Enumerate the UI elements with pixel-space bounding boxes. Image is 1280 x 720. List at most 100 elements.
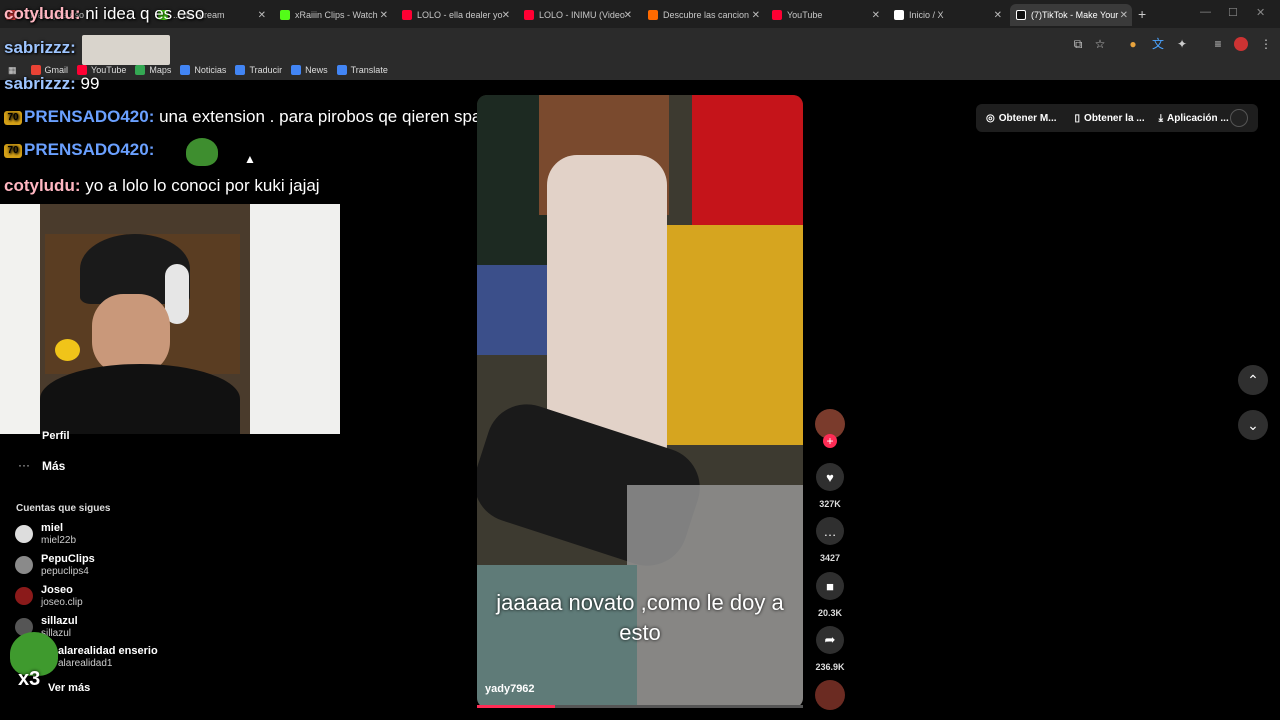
get-coins-button[interactable]: ◎ Obtener M...: [986, 113, 1057, 124]
install-app-icon[interactable]: ⧉: [1070, 36, 1086, 52]
close-icon[interactable]: ✕: [752, 10, 760, 21]
video-author[interactable]: yady7962: [485, 683, 535, 695]
extension-icon[interactable]: ●: [1125, 36, 1141, 52]
comment-button[interactable]: …: [816, 517, 844, 545]
bookmark-news[interactable]: News: [291, 65, 328, 75]
share-arrow-icon: ➦: [824, 632, 836, 647]
bookmark-noticias[interactable]: Noticias: [180, 65, 226, 75]
bookmark-star-icon[interactable]: ☆: [1092, 36, 1108, 52]
browser-toolbar: [0, 28, 1280, 60]
nav-more[interactable]: Más: [42, 459, 65, 473]
avatar[interactable]: [15, 587, 33, 605]
chat-text: 99: [75, 74, 100, 93]
browser-tab-9[interactable]: (7)TikTok - Make Your ✕: [1010, 4, 1132, 26]
following-name[interactable]: PepuClips: [41, 553, 95, 565]
pepe-emote-icon: [186, 138, 218, 166]
browser-tab-5[interactable]: LOLO - INIMU (Video ✕: [518, 4, 636, 26]
browser-tab-8[interactable]: Inicio / X ✕: [888, 4, 1006, 26]
avatar[interactable]: [15, 525, 33, 543]
following-name[interactable]: Joseo: [41, 584, 73, 596]
following-handle: joseo.clip: [41, 597, 83, 608]
browser-tab-3[interactable]: xRaiiin Clips - Watch ✕: [274, 4, 392, 26]
close-icon[interactable]: ✕: [872, 10, 880, 21]
maximize-icon[interactable]: ☐: [1228, 6, 1238, 19]
close-icon[interactable]: ✕: [624, 10, 632, 21]
tab-title: Inicio / X: [909, 10, 944, 20]
see-more-link[interactable]: Ver más: [48, 682, 90, 694]
next-video-button[interactable]: ⌄: [1238, 410, 1268, 440]
profile-avatar[interactable]: [1234, 37, 1248, 51]
tab-favicon: [280, 10, 290, 20]
following-name[interactable]: sillazul: [41, 615, 78, 627]
share-button[interactable]: ➦: [816, 626, 844, 654]
bookmark-label: Maps: [149, 65, 172, 75]
chevron-down-icon: ⌄: [1247, 416, 1259, 433]
follow-plus-icon[interactable]: +: [823, 434, 837, 448]
button-label: Aplicación ...: [1167, 112, 1229, 124]
share-count: 236.9K: [815, 662, 845, 672]
sub-badge-icon: 70: [4, 110, 22, 125]
chat-message: cotyludu: ni idea q es eso: [4, 4, 204, 24]
tab-title: YouTube: [787, 10, 823, 20]
chat-username: cotyludu:: [4, 176, 81, 195]
tab-favicon: [648, 10, 658, 20]
following-header: Cuentas que sigues: [16, 503, 111, 514]
bookmark-traducir[interactable]: Traducir: [235, 65, 282, 75]
tab-favicon: [1016, 10, 1026, 20]
video-progress-fill: [477, 705, 556, 708]
reading-list-icon[interactable]: ≡: [1210, 36, 1226, 52]
menu-kebab-icon[interactable]: ⋮: [1258, 36, 1274, 52]
save-button[interactable]: ■: [816, 572, 844, 600]
save-count: 20.3K: [817, 608, 843, 618]
bookmark-translate[interactable]: Translate: [336, 65, 388, 75]
browser-tab-6[interactable]: Descubre las cancion ✕: [642, 4, 764, 26]
following-name[interactable]: miel: [41, 522, 63, 534]
comment-icon: …: [823, 523, 837, 539]
coin-icon: ◎: [986, 112, 995, 124]
more-dots-icon: ···: [18, 458, 30, 472]
user-avatar[interactable]: [1230, 109, 1248, 127]
nav-profile[interactable]: Perfil: [42, 430, 70, 442]
window-close-icon[interactable]: ✕: [1256, 6, 1265, 19]
chat-message: 70 PRENSADO420: una extension . para piro…: [4, 107, 514, 127]
chat-message: sabrizzz: 99: [4, 74, 99, 94]
avatar[interactable]: [15, 556, 33, 574]
puzzle-icon[interactable]: ✦: [1174, 36, 1190, 52]
following-handle: miel22b: [41, 535, 77, 546]
close-icon[interactable]: ✕: [380, 10, 388, 21]
close-icon[interactable]: ✕: [502, 10, 510, 21]
news-icon: [180, 65, 191, 75]
webcam-headphones: [165, 264, 189, 324]
following-name[interactable]: alarealidad enserio: [58, 645, 158, 657]
prev-video-button[interactable]: ⌃: [1238, 365, 1268, 395]
bookmark-label: Translate: [350, 65, 388, 75]
minimize-icon[interactable]: —: [1200, 6, 1211, 18]
tab-favicon: [524, 10, 534, 20]
browser-tab-4[interactable]: LOLO - ella dealer yo ✕: [396, 4, 514, 26]
get-app-button[interactable]: ▯ Obtener la ...: [1075, 113, 1145, 124]
music-disc-icon[interactable]: [815, 680, 845, 710]
like-button[interactable]: ♥: [816, 463, 844, 491]
tab-favicon: [772, 10, 782, 20]
new-tab-button[interactable]: +: [1138, 6, 1146, 22]
browser-tab-7[interactable]: YouTube ✕: [766, 4, 884, 26]
chevron-up-icon: ⌃: [1247, 371, 1259, 388]
webcam-face: [92, 294, 170, 374]
webcam-wall-right: [250, 204, 340, 434]
translate-icon: [235, 65, 246, 75]
chat-image-emote: [82, 35, 170, 65]
desktop-app-button[interactable]: ⤓ Aplicación ...: [1159, 113, 1229, 124]
close-icon[interactable]: ✕: [258, 10, 266, 21]
video-caption: jaaaaa novato ,como le doy a esto: [496, 590, 784, 645]
emote-multiplier: x3: [18, 668, 41, 690]
translate-icon[interactable]: 文: [1150, 36, 1166, 52]
close-icon[interactable]: ✕: [994, 10, 1002, 21]
download-icon: ⤓: [1158, 112, 1164, 124]
tab-title: LOLO - INIMU (Video: [539, 10, 625, 20]
maps-icon: [135, 65, 146, 75]
bookmark-maps[interactable]: Maps: [135, 65, 171, 75]
chat-text: yo a lolo lo conoci por kuki jajaj: [80, 176, 320, 195]
close-icon[interactable]: ✕: [1120, 10, 1128, 21]
heart-icon: ♥: [826, 469, 834, 485]
chat-message: cotyludu: yo a lolo lo conoci por kuki j…: [4, 176, 320, 196]
